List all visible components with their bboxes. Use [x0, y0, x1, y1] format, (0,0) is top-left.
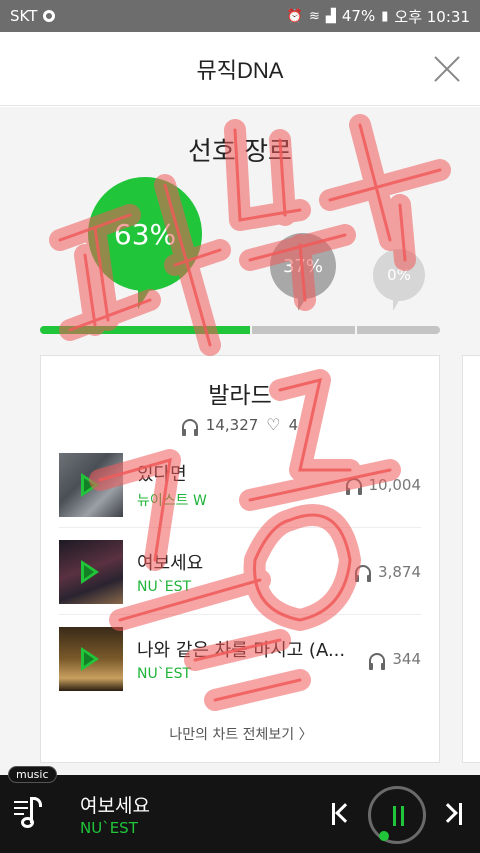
view-full-chart-link[interactable]: 나만의 차트 전체보기 〉	[41, 724, 441, 744]
play-icon[interactable]	[81, 472, 99, 497]
genre-card[interactable]: 발라드 14,327 ♡ 4 있다면 뉴이스트 W 10,004 여보세요 NU…	[40, 355, 440, 763]
headphone-icon	[345, 478, 362, 495]
album-art[interactable]	[59, 539, 123, 604]
play-icon[interactable]	[81, 647, 99, 671]
song-artist[interactable]: NU`EST	[137, 666, 359, 682]
close-button[interactable]	[432, 54, 462, 84]
carrier-label: SKT	[10, 7, 38, 25]
wifi-icon: ≋	[308, 8, 320, 24]
music-dna-content[interactable]: 선호 장르 63% 37% 0% 발라드 14,327 ♡ 4 있다면 뉴이스트…	[0, 107, 480, 775]
music-tag: music	[8, 766, 57, 783]
pause-icon	[393, 806, 396, 826]
song-artist[interactable]: 뉴이스트 W	[137, 490, 336, 510]
pause-button[interactable]	[368, 786, 426, 844]
genre-ratio-bar	[40, 326, 440, 334]
status-bar: SKT ⏰ ≋ ▟ 47% ▮ 오후 10:31	[0, 0, 480, 32]
headphone-icon	[181, 418, 198, 436]
genre-bar-segment-secondary	[252, 326, 355, 334]
song-play-count: 344	[392, 650, 421, 668]
song-artist[interactable]: NU`EST	[137, 579, 345, 595]
signal-icon: ▟	[325, 8, 336, 24]
battery-percent: 47%	[341, 7, 376, 25]
play-count: 14,327	[205, 416, 259, 434]
song-play-count: 3,874	[378, 562, 421, 581]
previous-icon	[332, 803, 335, 825]
now-playing-title[interactable]: 여보세요	[80, 791, 150, 818]
genre-bar-segment-tertiary	[357, 326, 440, 334]
previous-button[interactable]	[332, 803, 355, 825]
genre-name: 발라드	[208, 383, 272, 409]
battery-icon: ▮	[381, 8, 389, 24]
song-row[interactable]: 여보세요 NU`EST 3,874	[59, 529, 421, 615]
genre-bubble-tertiary: 0%	[373, 249, 425, 311]
app-header: 뮤직DNA	[0, 32, 480, 106]
next-genre-card[interactable]	[462, 355, 480, 763]
genre-percent-label: 63%	[113, 217, 177, 251]
mini-player[interactable]: music 여보세요 NU`EST	[0, 766, 480, 853]
now-playing-artist[interactable]: NU`EST	[80, 819, 138, 837]
alarm-icon: ⏰	[286, 8, 303, 24]
genre-bar-segment-primary	[40, 326, 250, 334]
song-row[interactable]: 있다면 뉴이스트 W 10,004	[59, 442, 421, 528]
next-icon	[459, 803, 462, 825]
song-row[interactable]: 나와 같은 차를 마시고 (A... NU`EST 344	[59, 616, 421, 702]
headphone-icon	[369, 652, 386, 670]
clock: 오후 10:31	[394, 7, 470, 26]
preferred-genre-title: 선호 장르	[188, 137, 292, 167]
song-title: 여보세요	[137, 552, 204, 574]
heart-icon: ♡	[266, 415, 281, 434]
next-button[interactable]	[438, 803, 462, 825]
genre-bubble-secondary: 37%	[270, 233, 336, 311]
play-icon[interactable]	[81, 559, 99, 584]
genre-bubble-primary: 63%	[88, 177, 202, 309]
like-count: 4	[288, 416, 299, 434]
playlist-icon[interactable]	[14, 795, 54, 833]
genre-percent-label: 0%	[387, 266, 411, 284]
headphone-icon	[355, 565, 372, 582]
page-title: 뮤직DNA	[196, 57, 284, 83]
song-title: 나와 같은 차를 마시고 (A...	[137, 640, 346, 661]
genre-percent-label: 37%	[282, 255, 323, 277]
album-art[interactable]	[59, 452, 123, 517]
playback-progress-indicator	[379, 831, 389, 841]
carrier-logo-icon	[43, 10, 56, 22]
genre-stats: 14,327 ♡ 4	[41, 415, 439, 436]
album-art[interactable]	[59, 627, 123, 691]
song-title: 있다면	[137, 463, 187, 485]
song-play-count: 10,004	[368, 475, 422, 494]
